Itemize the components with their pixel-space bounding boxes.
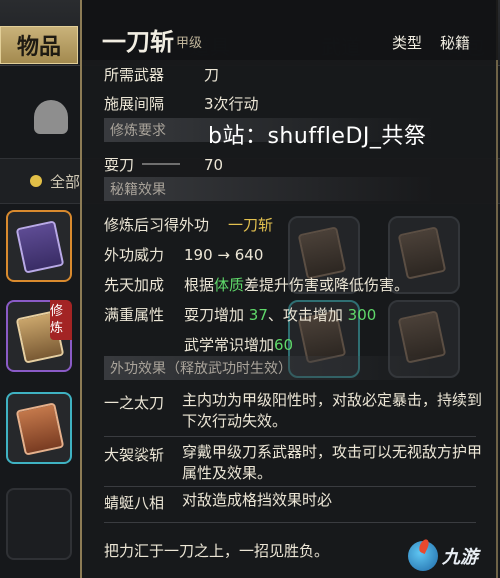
watermark-text: b站：shuffleDJ_共祭 xyxy=(208,124,427,149)
logo-icon xyxy=(408,541,438,571)
mastery-line1-mid: 、攻击增加 xyxy=(267,306,348,324)
item-slot-selected[interactable]: 修炼 xyxy=(6,300,72,372)
requirement-label: 耍刀 xyxy=(104,156,135,174)
innate-highlight: 体质 xyxy=(214,276,245,294)
book-icon xyxy=(297,226,347,280)
power-value: 190 → 640 xyxy=(184,245,264,264)
power-row: 外功威力 190 → 640 xyxy=(104,244,263,265)
effect-divider xyxy=(104,486,476,487)
skill-quote: 把力汇于一刀之上，一招见胜负。 xyxy=(104,542,330,560)
mastery-line1-pre: 耍刀增加 xyxy=(184,306,249,324)
item-slot[interactable] xyxy=(6,392,72,464)
effect-name-1: 一之太刀 xyxy=(104,394,165,412)
book-icon xyxy=(15,220,65,274)
effect-divider xyxy=(104,436,476,437)
effect-divider xyxy=(104,522,476,523)
site-logo: 九游 xyxy=(408,538,496,574)
mastery-line2-pre: 武学常识增加 xyxy=(184,336,275,354)
effect-desc-2: 穿戴甲级刀系武器时，攻击可以无视敌方护甲属性及效果。 xyxy=(182,443,483,482)
requirement-value: 70 xyxy=(204,155,224,174)
section-external: 外功效果（释放武功时生效） xyxy=(104,356,434,380)
required-weapon-row: 所需武器 刀 xyxy=(104,64,219,85)
filter-all[interactable]: 全部 xyxy=(30,172,81,191)
mastery-line-1: 耍刀增加 37、攻击增加 300 xyxy=(184,304,376,325)
required-weapon-value: 刀 xyxy=(204,66,220,84)
cast-interval-row: 施展间隔 3次行动 xyxy=(104,93,259,114)
requirement-row: 耍刀 70 xyxy=(104,154,223,175)
book-icon xyxy=(15,402,65,456)
tab-items[interactable]: 物品 xyxy=(0,26,78,64)
effect-desc-1: 主内功为甲级阳性时，对敌必定暴击，持续到下次行动失效。 xyxy=(182,391,483,430)
book-icon xyxy=(397,226,447,280)
requirement-bar xyxy=(142,163,180,165)
learned-value: 一刀斩 xyxy=(228,216,274,234)
filter-dot-icon xyxy=(30,175,42,187)
learned-label: 修炼后习得外功 xyxy=(104,216,210,234)
helmet-icon[interactable] xyxy=(34,100,68,134)
cast-interval-value: 3次行动 xyxy=(204,95,259,113)
logo-text: 九游 xyxy=(442,547,478,568)
mastery-val-2: 300 xyxy=(347,306,377,324)
item-slot-empty[interactable] xyxy=(6,488,72,560)
learned-row: 修炼后习得外功 一刀斩 xyxy=(104,214,273,235)
item-slot[interactable] xyxy=(6,210,72,282)
innate-pre: 根据 xyxy=(184,276,215,294)
mastery-row: 满重属性 耍刀增加 37、攻击增加 300 xyxy=(104,304,376,325)
filter-all-label: 全部 xyxy=(50,172,81,191)
skill-title: 一刀斩 xyxy=(102,28,174,56)
type-label: 类型 xyxy=(392,34,423,52)
innate-row: 先天加成 根据体质差提升伤害或降低伤害。 xyxy=(104,274,409,295)
skill-tooltip: 一刀斩 甲级 类型 秘籍 所需武器 刀 施展间隔 3次行动 修炼要求 耍刀 70… xyxy=(80,0,498,578)
mastery-label: 满重属性 xyxy=(104,306,165,324)
required-weapon-label: 所需武器 xyxy=(104,66,165,84)
mastery-row-2: 武学常识增加 60 xyxy=(184,334,293,355)
innate-label: 先天加成 xyxy=(104,276,165,294)
innate-text: 根据体质差提升伤害或降低伤害。 xyxy=(184,274,409,295)
innate-post: 差提升伤害或降低伤害。 xyxy=(244,276,410,294)
effect-desc-3: 对敌造成格挡效果时必 xyxy=(182,491,333,509)
effect-name-2: 大袈裟斩 xyxy=(104,446,165,464)
effect-name-3: 蜻蜓八相 xyxy=(104,494,165,512)
mastery-val-3: 60 xyxy=(274,335,294,354)
type-value: 秘籍 xyxy=(440,34,471,52)
train-badge: 修炼 xyxy=(50,300,72,340)
mastery-val-1: 37 xyxy=(248,306,268,324)
section-effect: 秘籍效果 xyxy=(104,177,434,201)
power-label: 外功威力 xyxy=(104,246,165,264)
cast-interval-label: 施展间隔 xyxy=(104,95,165,113)
grade-tag: 甲级 xyxy=(176,36,203,51)
